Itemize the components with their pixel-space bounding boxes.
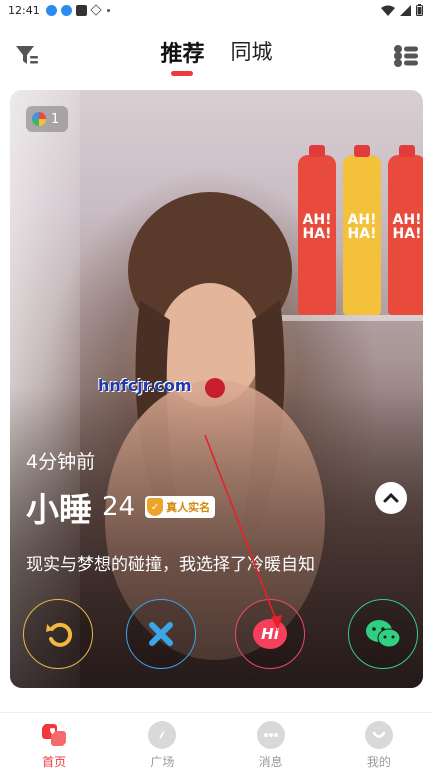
chevron-up-icon — [383, 493, 399, 503]
notification-app-icon — [75, 4, 87, 16]
tab-label: 推荐 — [160, 42, 205, 67]
hi-label: Hi — [261, 625, 279, 643]
more-notifications-dot-icon — [106, 8, 110, 12]
app-screen: 12:41 推荐 同城 AH! HA! AH! HA! AH! HA! 1 hn… — [0, 0, 433, 770]
profile-card[interactable]: AH! HA! AH! HA! AH! HA! 1 hnfcjr.com 4分钟… — [10, 90, 423, 688]
nav-home[interactable]: 首页 — [0, 713, 108, 770]
dislike-button[interactable] — [126, 599, 196, 669]
name-row: 小睡 24 ✓ 真人实名 — [26, 483, 216, 531]
shield-check-icon: ✓ — [147, 498, 164, 516]
wechat-button[interactable] — [348, 599, 418, 669]
wechat-icon — [366, 620, 401, 648]
photo-count: 1 — [51, 111, 60, 127]
profile-icon — [364, 721, 393, 749]
top-header: 推荐 同城 — [0, 28, 433, 83]
compass-icon — [148, 721, 177, 749]
tab-label: 同城 — [230, 40, 273, 64]
hi-bubble-icon: Hi — [253, 619, 287, 649]
home-icon — [42, 724, 67, 746]
tab-nearby[interactable]: 同城 — [231, 36, 273, 74]
close-icon — [149, 622, 173, 646]
nav-profile[interactable]: 我的 — [325, 713, 433, 770]
status-bar: 12:41 — [0, 0, 433, 20]
list-view-icon[interactable] — [393, 44, 419, 68]
wifi-icon — [381, 5, 395, 16]
status-time: 12:41 — [8, 3, 40, 17]
feed-tabs: 推荐 同城 — [0, 36, 433, 76]
photo-count-badge: 1 — [26, 106, 68, 132]
nav-label: 首页 — [42, 755, 67, 769]
battery-icon — [416, 4, 423, 16]
nav-label: 我的 — [366, 755, 391, 769]
status-right — [381, 4, 423, 16]
nav-messages[interactable]: 消息 — [217, 713, 325, 770]
verified-badge: ✓ 真人实名 — [145, 496, 216, 518]
notification-box-icon — [90, 4, 102, 16]
undo-icon — [46, 622, 73, 647]
nav-label: 广场 — [150, 755, 175, 769]
notification-app-icon — [60, 4, 72, 16]
expand-profile-button[interactable] — [375, 482, 407, 514]
message-icon — [256, 721, 285, 749]
signal-icon — [400, 4, 411, 16]
undo-button[interactable] — [23, 599, 93, 669]
profile-age: 24 — [102, 492, 136, 522]
notification-app-icon — [45, 4, 57, 16]
tab-recommend[interactable]: 推荐 — [160, 36, 205, 76]
profile-name: 小睡 — [26, 490, 92, 529]
nav-square[interactable]: 广场 — [108, 713, 216, 770]
nav-label: 消息 — [258, 755, 283, 769]
last-active-time: 4分钟前 — [26, 451, 96, 473]
say-hi-button[interactable]: Hi — [235, 599, 305, 669]
active-tab-indicator — [171, 71, 194, 76]
watermark-text: hnfcjr.com — [98, 376, 192, 395]
verified-label: 真人实名 — [166, 501, 211, 514]
bottom-nav: 首页 广场 消息 我的 — [0, 712, 433, 770]
profile-bio: 现实与梦想的碰撞，我选择了冷暖自知 — [26, 555, 315, 575]
photo-album-icon — [32, 112, 46, 126]
